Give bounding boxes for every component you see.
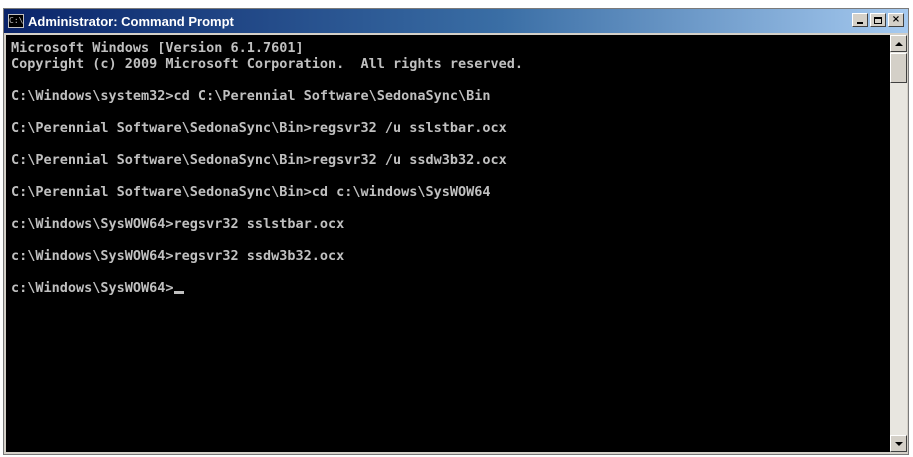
maximize-button[interactable] bbox=[870, 13, 886, 27]
close-icon: × bbox=[891, 14, 901, 25]
vertical-scrollbar[interactable] bbox=[890, 35, 907, 452]
scroll-down-arrow-icon bbox=[894, 441, 903, 446]
scroll-up-arrow-icon bbox=[894, 41, 903, 46]
console-line: c:\Windows\SysWOW64>regsvr32 sslstbar.oc… bbox=[11, 216, 345, 232]
console-line: C:\Perennial Software\SedonaSync\Bin>reg… bbox=[11, 152, 507, 168]
console-line: Copyright (c) 2009 Microsoft Corporation… bbox=[11, 56, 524, 72]
window-controls: × bbox=[850, 13, 904, 27]
text-cursor bbox=[173, 291, 184, 294]
console-line: Microsoft Windows [Version 6.1.7601] bbox=[11, 40, 304, 56]
scrollbar-thumb[interactable] bbox=[890, 53, 907, 83]
close-button[interactable]: × bbox=[888, 13, 904, 27]
scroll-up-button[interactable] bbox=[890, 35, 907, 52]
command-prompt-window: C:\ Administrator: Command Prompt × Micr… bbox=[3, 8, 909, 455]
scroll-down-button[interactable] bbox=[890, 435, 907, 452]
console-output[interactable]: Microsoft Windows [Version 6.1.7601] Cop… bbox=[6, 35, 890, 452]
console-line: C:\Windows\system32>cd C:\Perennial Soft… bbox=[11, 88, 491, 104]
prompt-text: c:\Windows\SysWOW64> bbox=[11, 280, 174, 296]
window-title: Administrator: Command Prompt bbox=[28, 13, 234, 29]
console-line: C:\Perennial Software\SedonaSync\Bin>reg… bbox=[11, 120, 507, 136]
minimize-icon bbox=[857, 22, 863, 24]
current-prompt-line[interactable]: c:\Windows\SysWOW64> bbox=[11, 280, 890, 296]
console-icon[interactable]: C:\ bbox=[8, 14, 24, 28]
console-line: c:\Windows\SysWOW64>regsvr32 ssdw3b32.oc… bbox=[11, 248, 345, 264]
maximize-icon bbox=[874, 16, 882, 24]
console-line: C:\Perennial Software\SedonaSync\Bin>cd … bbox=[11, 184, 491, 200]
minimize-button[interactable] bbox=[852, 13, 868, 27]
title-bar[interactable]: C:\ Administrator: Command Prompt × bbox=[4, 9, 908, 33]
